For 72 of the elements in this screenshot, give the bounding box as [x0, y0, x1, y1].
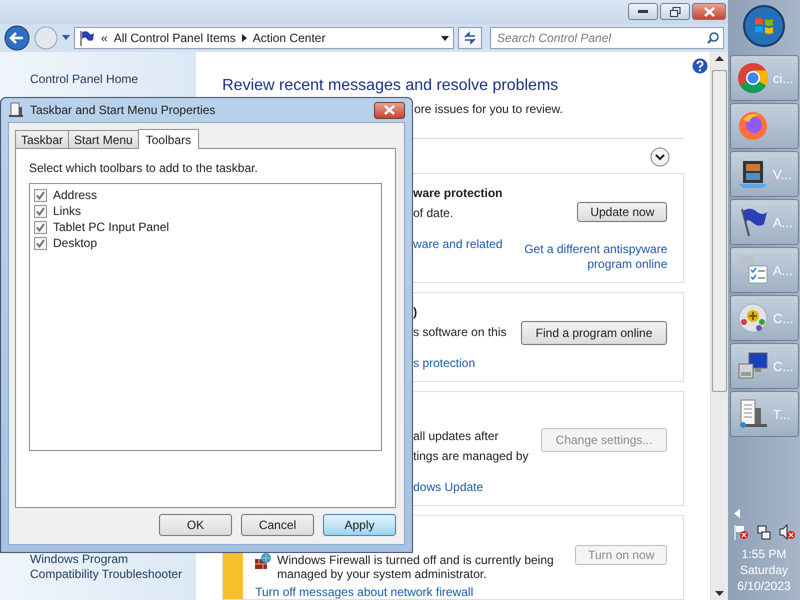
action-center-flag-icon[interactable]: [733, 524, 750, 540]
gadget-icon: [737, 302, 769, 334]
instruction-text: Select which toolbars to add to the taskbar.: [29, 161, 259, 175]
checkbox-label[interactable]: Address: [53, 188, 98, 202]
sidebar-link[interactable]: Windows Program Compatibility Troubleshooter: [30, 552, 195, 582]
message-text: Windows Firewall is turned off and is currently being managed by your system administrator.: [277, 553, 555, 581]
document-icon: [737, 398, 769, 430]
show-hidden-icons-arrow[interactable]: [734, 509, 740, 518]
checklist-icon: [737, 254, 769, 286]
intro-text: ore issues for you to review.: [414, 102, 564, 116]
taskbar-properties-icon: [8, 102, 24, 118]
checkbox-label[interactable]: Desktop: [53, 236, 98, 250]
address-bar[interactable]: « All Control Panel Items Action Center: [74, 27, 454, 49]
dropdown-arrow-icon[interactable]: [441, 36, 449, 40]
flag-icon: [79, 30, 95, 46]
close-icon: [704, 6, 714, 16]
message-text: of date.: [413, 205, 454, 221]
dialog-button[interactable]: Apply: [323, 514, 396, 536]
breadcrumb[interactable]: Action Center: [252, 31, 326, 45]
sidebar-link[interactable]: Control Panel Home: [30, 72, 195, 87]
dialog-button[interactable]: Cancel: [241, 514, 314, 536]
message-text: all updates after: [413, 428, 500, 444]
film-icon: [737, 158, 769, 190]
message-title: ware protection: [413, 186, 504, 201]
message-link[interactable]: s protection: [413, 356, 513, 371]
expand-chevron-icon[interactable]: [650, 147, 670, 167]
page-heading: Review recent messages and resolve problems: [222, 76, 560, 96]
overflow-mark[interactable]: «: [101, 31, 108, 45]
network-icon[interactable]: [756, 524, 772, 540]
message-link[interactable]: Turn off messages about network firewall: [255, 585, 568, 599]
close-icon: [384, 105, 395, 115]
firewall-icon: [255, 553, 272, 569]
dialog-title: Taskbar and Start Menu Properties: [30, 103, 216, 117]
restore-button[interactable]: [660, 3, 690, 20]
action-button[interactable]: Find a program online: [520, 321, 668, 345]
back-button[interactable]: [4, 25, 30, 51]
help-icon[interactable]: [692, 58, 708, 74]
message-link[interactable]: Get a different antispyware program online: [517, 242, 668, 272]
checkbox[interactable]: [34, 220, 47, 234]
refresh-icon: [463, 31, 477, 45]
close-button[interactable]: [374, 102, 405, 118]
message-text: tings are managed by: [413, 448, 530, 464]
chrome-icon: [737, 62, 769, 94]
message-link[interactable]: ware and related: [413, 237, 510, 252]
dialog-tab[interactable]: Toolbars: [138, 129, 200, 149]
taskbar-button[interactable]: [730, 103, 799, 149]
message-text: s software on this: [413, 324, 508, 340]
separator-arrow-icon: [242, 34, 247, 42]
search-box[interactable]: Search Control Panel: [490, 27, 724, 49]
dialog-button[interactable]: OK: [159, 514, 232, 536]
message-title: ): [413, 305, 418, 320]
search-icon: [707, 32, 719, 44]
checkbox-label[interactable]: Tablet PC Input Panel: [53, 220, 170, 234]
dialog-tab[interactable]: Taskbar: [15, 130, 70, 148]
action-button[interactable]: Update now: [577, 202, 668, 222]
minimize-button[interactable]: [628, 3, 658, 20]
volume-muted-icon[interactable]: [778, 524, 795, 540]
refresh-button[interactable]: [458, 27, 482, 49]
start-button[interactable]: [742, 4, 786, 48]
dialog-tab[interactable]: Start Menu: [68, 130, 139, 148]
minimize-icon: [638, 10, 648, 14]
checkbox[interactable]: [34, 204, 47, 218]
checkbox[interactable]: [34, 188, 47, 202]
scrollbar-thumb[interactable]: [712, 70, 728, 392]
restore-icon: [670, 6, 680, 16]
checkbox-label[interactable]: Links: [53, 204, 82, 218]
breadcrumb[interactable]: All Control Panel Items: [114, 31, 236, 45]
firefox-icon: [737, 110, 769, 142]
close-button[interactable]: [692, 3, 726, 20]
history-dropdown[interactable]: [62, 35, 70, 41]
checkbox[interactable]: [34, 236, 47, 250]
message-link[interactable]: dows Update: [413, 480, 533, 495]
